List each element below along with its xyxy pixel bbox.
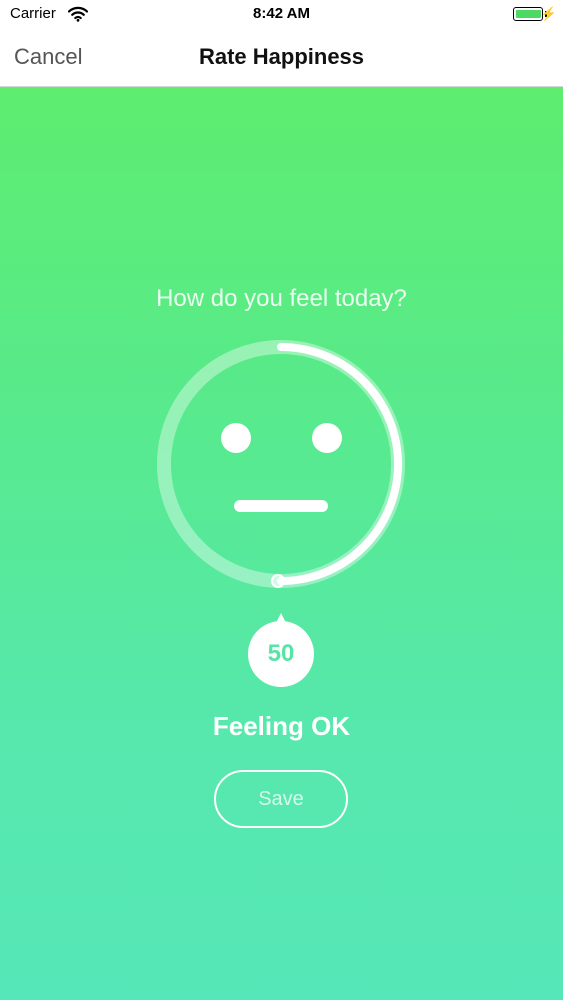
clock-time: 8:42 AM [253, 5, 310, 22]
smiley-face-icon [221, 423, 342, 512]
rating-screen: How do you feel today? 50 Feeling OK Sav… [0, 87, 563, 1000]
left-eye [221, 423, 251, 453]
feeling-label: Feeling OK [212, 711, 351, 741]
right-eye [312, 423, 342, 453]
navigation-bar: Cancel Rate Happiness [0, 30, 563, 87]
battery-icon [513, 7, 543, 21]
dial-handle [271, 574, 285, 588]
status-bar: Carrier 8:42 AM ⚡ [0, 0, 563, 30]
happiness-value: 50 [267, 640, 295, 667]
page-title: Rate Happiness [198, 44, 365, 69]
charging-bolt-icon: ⚡ [540, 6, 557, 21]
value-bubble: 50 [248, 621, 314, 687]
save-button-label: Save [258, 787, 304, 810]
battery-level [516, 10, 541, 18]
happiness-dial[interactable] [150, 340, 412, 607]
save-button[interactable]: Save [214, 770, 348, 828]
question-label: How do you feel today? [156, 285, 407, 312]
